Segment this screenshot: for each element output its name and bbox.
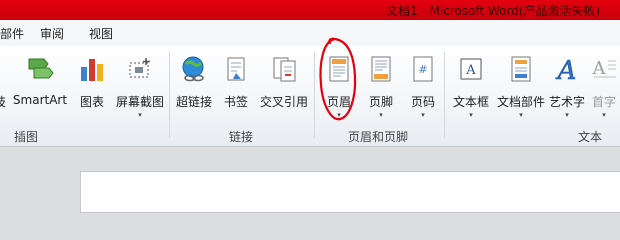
- tab-parts[interactable]: 部件: [0, 25, 24, 42]
- page-number-label: 页码: [410, 95, 435, 109]
- footer-dropdown-arrow[interactable]: ▾: [362, 111, 400, 119]
- screenshot-label: 屏幕截图: [115, 95, 164, 109]
- chart-button[interactable]: 图表: [74, 49, 110, 123]
- svg-text:A: A: [465, 63, 476, 78]
- partial-left-label: 技: [0, 93, 6, 110]
- drop-cap-icon: A: [592, 58, 616, 79]
- svg-text:A: A: [592, 58, 607, 79]
- menu-bar: 部件 审阅 视图: [0, 20, 620, 47]
- group-label-header-footer: 页眉和页脚: [348, 130, 409, 144]
- cross-reference-icon: [273, 57, 296, 82]
- drop-cap-label: 首字: [591, 95, 616, 109]
- group-label-links: 链接: [229, 130, 254, 144]
- title-bar: 文档1 - Microsoft Word(产品激活失败): [0, 0, 620, 20]
- svg-text:A: A: [556, 56, 577, 83]
- quick-parts-label: 文档部件: [496, 95, 545, 109]
- tab-review[interactable]: 审阅: [40, 25, 64, 42]
- text-box-dropdown-arrow[interactable]: ▾: [448, 111, 494, 119]
- quick-parts-button[interactable]: 文档部件 ▾: [496, 49, 546, 123]
- wordart-dropdown-arrow[interactable]: ▾: [548, 111, 586, 119]
- partial-left-button[interactable]: 技: [0, 49, 6, 123]
- smartart-button[interactable]: SmartArt: [10, 49, 70, 123]
- document-page[interactable]: [80, 171, 620, 213]
- footer-button[interactable]: 页脚 ▾: [362, 49, 400, 123]
- screenshot-icon: [129, 58, 150, 78]
- screenshot-dropdown-arrow[interactable]: ▾: [112, 111, 168, 119]
- text-box-icon: A: [460, 58, 482, 80]
- cross-reference-label: 交叉引用: [259, 95, 308, 109]
- svg-text:#: #: [418, 63, 427, 76]
- bookmark-button[interactable]: 书签: [218, 49, 254, 123]
- window-title: 文档1 - Microsoft Word(产品激活失败): [386, 4, 601, 18]
- screenshot-button[interactable]: 屏幕截图 ▾: [112, 49, 168, 123]
- tab-view[interactable]: 视图: [89, 25, 113, 42]
- page-number-icon: #: [413, 56, 433, 82]
- bar-chart-icon: [81, 59, 103, 81]
- hyperlink-label: 超链接: [175, 95, 212, 109]
- bookmark-label: 书签: [223, 95, 248, 109]
- smartart-label: SmartArt: [12, 93, 68, 107]
- group-separator: [444, 52, 445, 138]
- group-separator: [314, 52, 315, 138]
- smartart-icon: [28, 58, 54, 79]
- document-area: [0, 147, 620, 213]
- group-label-illustrations: 插图: [14, 130, 39, 144]
- annotation-circle: [319, 37, 357, 121]
- drop-cap-dropdown-arrow[interactable]: ▾: [588, 111, 620, 119]
- cross-reference-button[interactable]: 交叉引用: [256, 49, 312, 123]
- bookmark-icon: [227, 57, 245, 81]
- quick-parts-dropdown-arrow[interactable]: ▾: [496, 111, 546, 119]
- chart-label: 图表: [79, 95, 104, 109]
- text-box-label: 文本框: [452, 95, 489, 109]
- hyperlink-button[interactable]: 超链接: [172, 49, 216, 123]
- text-box-button[interactable]: A 文本框 ▾: [448, 49, 494, 123]
- wordart-icon: A: [555, 56, 577, 83]
- globe-link-icon: [182, 56, 204, 82]
- wordart-label: 艺术字: [548, 95, 585, 109]
- group-separator: [169, 52, 170, 138]
- page-number-dropdown-arrow[interactable]: ▾: [404, 111, 442, 119]
- wordart-button[interactable]: A 艺术字 ▾: [548, 49, 586, 123]
- quick-parts-icon: [511, 56, 531, 82]
- ribbon: 技 SmartArt 图表 屏幕截图 ▾: [0, 46, 620, 147]
- footer-icon: [371, 56, 391, 82]
- drop-cap-button[interactable]: A 首字 ▾: [588, 49, 620, 123]
- page-number-button[interactable]: # 页码 ▾: [404, 49, 442, 123]
- footer-label: 页脚: [368, 95, 393, 109]
- group-label-text: 文本: [578, 130, 603, 144]
